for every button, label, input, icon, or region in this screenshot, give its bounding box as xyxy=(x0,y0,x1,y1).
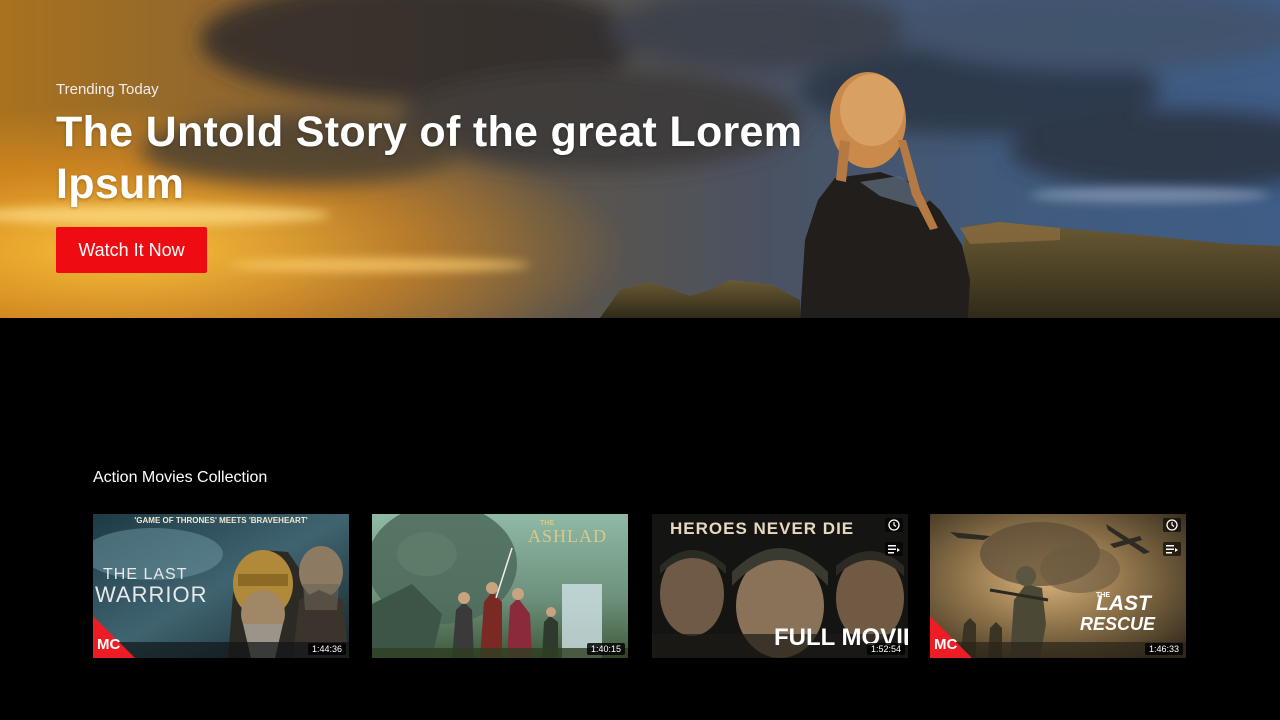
video-duration: 1:44:36 xyxy=(307,643,346,655)
thumbnail-title: ASHLAD xyxy=(528,526,608,546)
hero-banner: Trending Today The Untold Story of the g… xyxy=(0,0,1280,318)
thumbnail-title-line2: WARRIOR xyxy=(95,582,208,607)
movie-thumbnail-the-last-rescue[interactable]: THE LAST RESCUE MC 1:46:33 xyxy=(930,514,1186,658)
movie-thumbnail-heroes-never-die[interactable]: HEROES NEVER DIE FULL MOVIE 1:52:54 xyxy=(652,514,908,658)
video-duration: 1:46:33 xyxy=(1144,643,1183,655)
mc-logo-text: MC xyxy=(934,636,958,653)
movie-thumbnail-the-last-warrior[interactable]: 'GAME OF THRONES' MEETS 'BRAVEHEART' THE… xyxy=(93,514,349,658)
clock-icon[interactable] xyxy=(885,518,903,532)
hero-text-block: Trending Today The Untold Story of the g… xyxy=(56,80,816,210)
video-duration: 1:52:54 xyxy=(866,643,905,655)
collection-title: Action Movies Collection xyxy=(93,469,268,486)
watch-now-button[interactable]: Watch It Now xyxy=(56,227,207,273)
thumbnail-tagline: 'GAME OF THRONES' MEETS 'BRAVEHEART' xyxy=(134,516,308,525)
thumbnail-title-line2: RESCUE xyxy=(1080,614,1156,634)
thumbnail-title: HEROES NEVER DIE xyxy=(670,519,855,538)
thumbnail-title-line1: LAST xyxy=(1096,592,1151,615)
clock-icon[interactable] xyxy=(1163,518,1181,532)
video-duration: 1:40:15 xyxy=(586,643,625,655)
mc-logo-badge: MC xyxy=(93,616,135,658)
playlist-icon[interactable] xyxy=(1163,542,1181,556)
movie-thumbnail-ashlad[interactable]: THE ASHLAD 1:40:15 xyxy=(372,514,628,658)
mc-logo-badge: MC xyxy=(930,616,972,658)
hero-title: The Untold Story of the great Lorem Ipsu… xyxy=(56,108,803,208)
trending-label: Trending Today xyxy=(56,81,159,98)
playlist-icon[interactable] xyxy=(885,542,903,556)
mc-logo-text: MC xyxy=(97,636,121,653)
